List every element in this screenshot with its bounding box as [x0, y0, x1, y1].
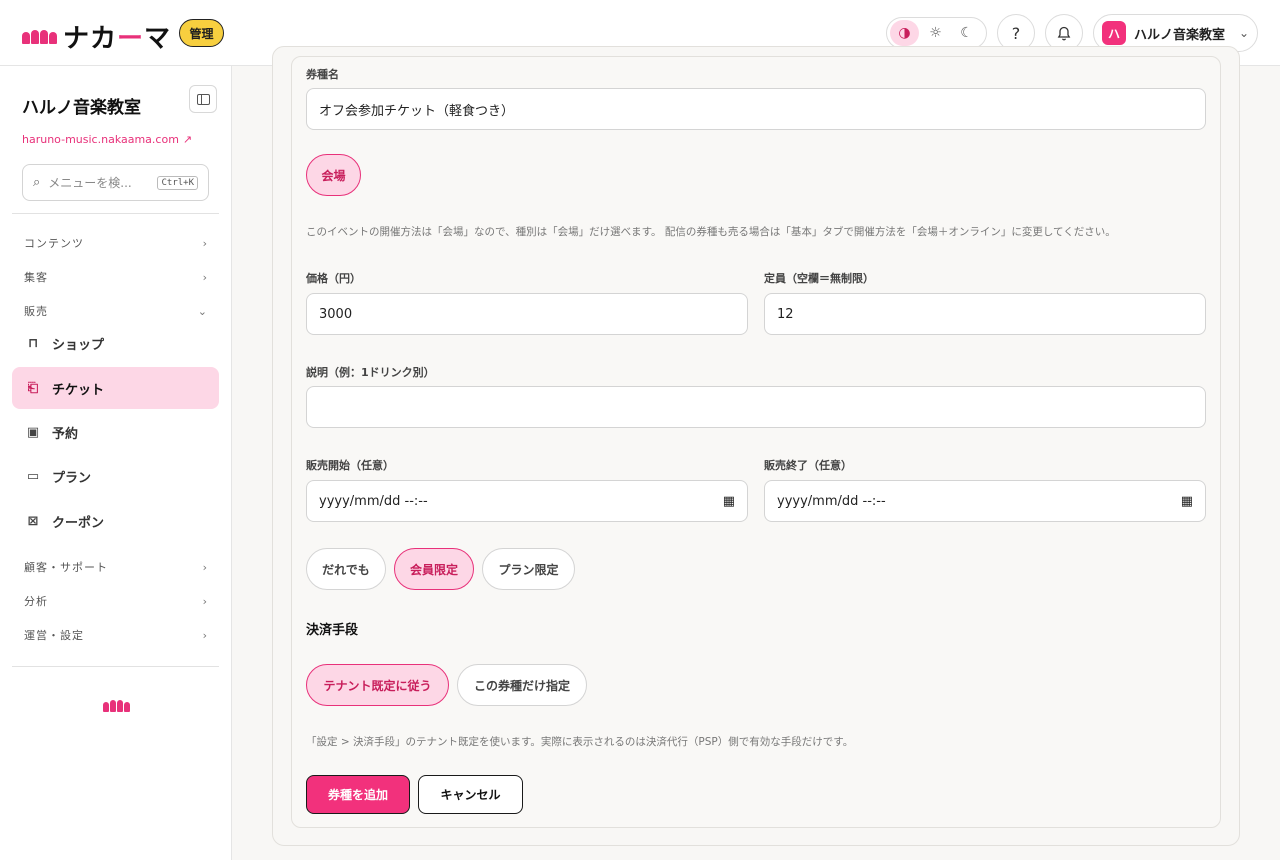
sidebar-divider — [12, 666, 219, 667]
payment-hint-text: 「設定 > 決済手段」のテナント既定を使います。実際に表示されるのは決済代行（P… — [306, 736, 854, 748]
tenant-name: ハルノ音楽教室 — [1134, 27, 1226, 43]
main-content: 券種名 オフ会参加チケット（軽食つき） 会場 このイベントの開催方法は「会場」な… — [232, 46, 1280, 860]
question-icon: ? — [1011, 23, 1021, 43]
sidebar-toggle-icon — [196, 93, 210, 105]
sidebar-group-label: 販売 — [24, 305, 48, 318]
chevron-down-icon: ⌄ — [1238, 26, 1249, 40]
tenant-url-text: haruno-music.nakaama.com — [22, 133, 179, 146]
sidebar-group-label: 分析 — [24, 595, 48, 608]
sidebar-group-customer[interactable]: 顧客・サポート › — [24, 559, 208, 575]
ticket-type-form — [291, 56, 1221, 828]
cancel-button[interactable]: キャンセル — [418, 775, 523, 814]
sale-end-value: yyyy/mm/dd --:-- — [777, 493, 886, 509]
sidebar-item-label: チケット — [52, 382, 105, 398]
price-label: 価格（円） — [306, 272, 361, 285]
calendar-icon[interactable]: ▦ — [723, 494, 735, 509]
ticket-name-input[interactable]: オフ会参加チケット（軽食つき） — [306, 88, 1206, 130]
contrast-icon[interactable]: ◑ — [890, 20, 919, 46]
description-input[interactable] — [306, 386, 1206, 428]
price-input[interactable]: 3000 — [306, 293, 748, 335]
chevron-right-icon: › — [202, 628, 208, 642]
sidebar-group-attract[interactable]: 集客 › — [24, 269, 208, 285]
footer-logo-icon — [103, 700, 130, 712]
sidebar-item-plan[interactable]: ▭ プラン — [12, 455, 219, 497]
sidebar-tenant-title: ハルノ音楽教室 — [22, 98, 141, 118]
sidebar-item-label: クーポン — [52, 515, 105, 531]
payment-tenant-default-chip[interactable]: テナント既定に従う — [306, 664, 449, 706]
description-label: 説明（例：1ドリンク別） — [306, 366, 435, 379]
sidebar-collapse-button[interactable] — [189, 85, 217, 113]
bell-icon — [1057, 26, 1071, 40]
search-shortcut-badge: Ctrl+K — [157, 175, 198, 190]
sale-start-label: 販売開始（任意） — [306, 459, 394, 472]
add-ticket-type-button[interactable]: 券種を追加 — [306, 775, 410, 814]
logo-wordmark: ナカーマ — [63, 24, 172, 54]
sidebar-group-label: 運営・設定 — [24, 629, 84, 642]
sale-end-input[interactable]: yyyy/mm/dd --:-- ▦ — [764, 480, 1206, 522]
chevron-right-icon: › — [202, 236, 208, 250]
ticket-icon: ⎗ — [27, 380, 39, 396]
capacity-input[interactable]: 12 — [764, 293, 1206, 335]
sidebar-group-settings[interactable]: 運営・設定 › — [24, 627, 208, 643]
sale-start-value: yyyy/mm/dd --:-- — [319, 493, 428, 509]
sidebar-item-label: プラン — [52, 470, 92, 486]
venue-type-chip[interactable]: 会場 — [306, 154, 361, 196]
sidebar-item-ticket[interactable]: ⎗ チケット — [12, 367, 219, 409]
chevron-right-icon: › — [202, 270, 208, 284]
sidebar-group-contents[interactable]: コンテンツ › — [24, 235, 208, 251]
sidebar-group-analytics[interactable]: 分析 › — [24, 593, 208, 609]
shopping-bag-icon: ⊓ — [27, 335, 39, 351]
sidebar-item-label: ショップ — [52, 337, 105, 353]
chevron-right-icon: › — [202, 560, 208, 574]
sidebar-item-shop[interactable]: ⊓ ショップ — [12, 322, 219, 364]
sidebar-group-label: コンテンツ — [24, 237, 84, 250]
sidebar-group-sales[interactable]: 販売 ⌄ — [24, 303, 208, 319]
theme-toggle: ◑ ☼ ☾ — [886, 17, 987, 49]
tenant-logo: ハ — [1102, 21, 1126, 45]
calendar-check-icon: ▣ — [26, 424, 40, 440]
sidebar: ハルノ音楽教室 haruno-music.nakaama.com ↗ ⌕ メニュ… — [0, 66, 232, 860]
audience-members-chip[interactable]: 会員限定 — [394, 548, 474, 590]
capacity-label: 定員（空欄＝無制限） — [764, 272, 874, 285]
sidebar-group-label: 集客 — [24, 271, 48, 284]
coupon-icon: ⊠ — [27, 513, 39, 529]
credit-card-icon: ▭ — [26, 468, 40, 484]
sun-icon[interactable]: ☼ — [921, 20, 950, 46]
chevron-right-icon: › — [202, 594, 208, 608]
moon-icon[interactable]: ☾ — [952, 20, 981, 46]
tenant-url-link[interactable]: haruno-music.nakaama.com ↗ — [22, 133, 192, 146]
sidebar-item-coupon[interactable]: ⊠ クーポン — [12, 500, 219, 542]
sidebar-item-label: 予約 — [52, 426, 79, 442]
menu-search-input[interactable]: ⌕ メニューを検... Ctrl+K — [22, 164, 209, 201]
sidebar-divider — [12, 213, 219, 214]
menu-search-placeholder: メニューを検... — [48, 176, 132, 190]
chevron-down-icon: ⌄ — [197, 304, 208, 318]
external-link-icon: ↗ — [182, 133, 193, 146]
payment-section-title: 決済手段 — [306, 623, 359, 638]
audience-plan-chip[interactable]: プラン限定 — [482, 548, 575, 590]
calendar-icon[interactable]: ▦ — [1181, 494, 1193, 509]
logo-people-icon — [22, 29, 57, 44]
payment-custom-chip[interactable]: この券種だけ指定 — [457, 664, 587, 706]
sale-end-label: 販売終了（任意） — [764, 459, 852, 472]
sidebar-group-label: 顧客・サポート — [24, 561, 108, 574]
ticket-name-label: 券種名 — [306, 68, 339, 81]
sidebar-item-reserve[interactable]: ▣ 予約 — [12, 411, 219, 453]
app-logo[interactable]: ナカーマ — [22, 18, 171, 55]
sale-start-input[interactable]: yyyy/mm/dd --:-- ▦ — [306, 480, 748, 522]
admin-badge: 管理 — [179, 19, 224, 47]
audience-anyone-chip[interactable]: だれでも — [306, 548, 386, 590]
search-icon: ⌕ — [33, 175, 41, 190]
venue-hint-text: このイベントの開催方法は「会場」なので、種別は「会場」だけ選べます。 配信の券種… — [306, 226, 1116, 238]
